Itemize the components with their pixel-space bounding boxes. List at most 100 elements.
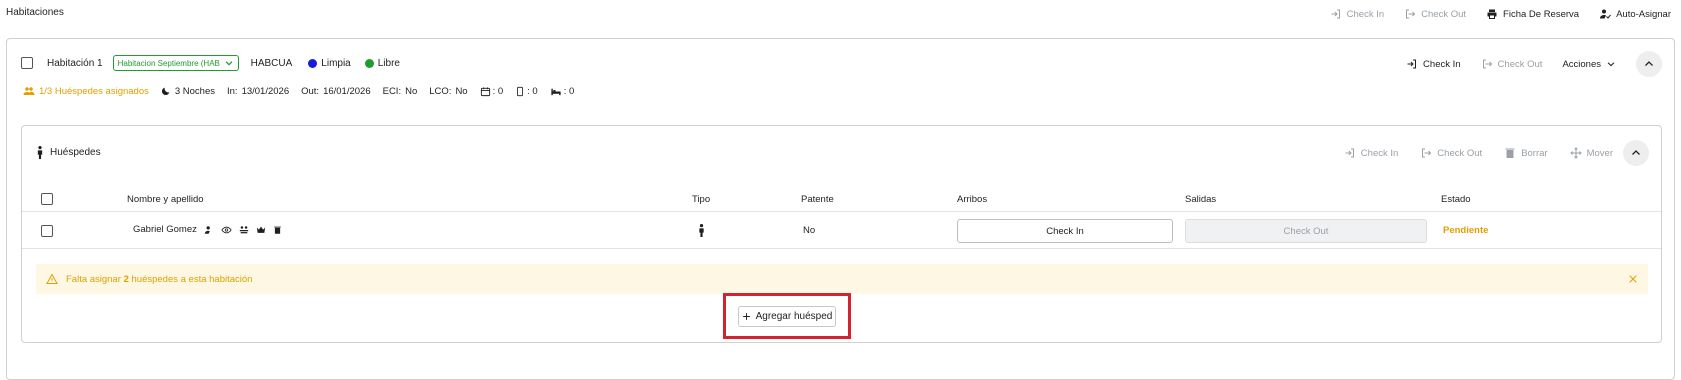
col-nombre: Nombre y apellido — [127, 194, 204, 205]
phone-icon — [517, 86, 524, 96]
guests-collapse-button[interactable] — [1623, 140, 1649, 166]
room-name: Habitación 1 — [47, 57, 103, 69]
nights: 3 Noches — [161, 86, 215, 97]
auto-asignar-label: Auto-Asignar — [1616, 8, 1671, 20]
room-checkbox[interactable] — [21, 57, 33, 69]
count-c: : 0 — [550, 85, 575, 97]
plus-icon — [742, 313, 750, 320]
acciones-dropdown[interactable]: Acciones — [1562, 59, 1616, 70]
in-date: In: 13/01/2026 — [227, 86, 289, 97]
acciones-label: Acciones — [1562, 58, 1601, 70]
guest-check-out-button[interactable]: Check Out — [1185, 219, 1427, 243]
person-assign-icon — [1600, 9, 1611, 19]
room-check-in-label: Check In — [1423, 58, 1461, 70]
room-type-select[interactable]: Habitacion Septiembre (HABC — [112, 55, 239, 71]
guests-move-label: Mover — [1586, 147, 1613, 159]
guest-patente: No — [803, 225, 816, 236]
auto-asignar-button[interactable]: Auto-Asignar — [1599, 8, 1671, 20]
guest-check-out-label: Check Out — [1283, 225, 1329, 237]
col-arribos: Arribos — [957, 194, 988, 205]
top-check-in-label: Check In — [1346, 8, 1385, 20]
chevron-up-icon — [1645, 61, 1653, 66]
row-checkbox[interactable] — [41, 225, 53, 237]
table-row: Gabriel Gomez No Check In Check Out Pend… — [22, 213, 1661, 249]
eye-icon[interactable] — [221, 225, 232, 235]
col-salidas: Salidas — [1185, 194, 1217, 205]
add-guest-label: Agregar huésped — [755, 311, 833, 322]
guests-panel-header: Huéspedes — [36, 146, 101, 159]
room-meta: 1/3 Huéspedes asignados 3 Noches In: 13/… — [23, 85, 574, 97]
room-toolbar: Check In Check Out Acciones — [1406, 51, 1662, 77]
page-title: Habitaciones — [6, 7, 64, 18]
room-collapse-button[interactable] — [1636, 51, 1662, 77]
guests-delete-label: Borrar — [1521, 147, 1548, 159]
out-date: Out: 16/01/2026 — [301, 86, 371, 97]
warning-text: Falta asignar 2 huéspedes a esta habitac… — [66, 274, 252, 285]
room-header: Habitación 1 Habitacion Septiembre (HABC… — [21, 55, 400, 71]
guests-assigned: 1/3 Huéspedes asignados — [23, 85, 149, 97]
warning-icon — [46, 273, 58, 284]
out-date-value: 16/01/2026 — [323, 85, 371, 97]
add-guest-button[interactable]: Agregar huésped — [738, 306, 836, 327]
login-icon — [1407, 59, 1417, 69]
login-icon — [1331, 9, 1340, 19]
login-icon — [1345, 148, 1354, 158]
logout-icon — [1482, 59, 1492, 69]
guests-check-out-button[interactable]: Check Out — [1420, 147, 1482, 159]
guests-delete-button[interactable]: Borrar — [1504, 147, 1548, 159]
warning-banner: Falta asignar 2 huéspedes a esta habitac… — [36, 264, 1648, 294]
guests-check-in-button[interactable]: Check In — [1344, 147, 1398, 159]
count-a-value: : 0 — [492, 85, 504, 97]
guest-check-in-button[interactable]: Check In — [957, 219, 1173, 243]
guests-assigned-label: 1/3 Huéspedes asignados — [39, 85, 149, 97]
trash-icon — [1505, 148, 1515, 158]
room-check-out-button[interactable]: Check Out — [1481, 58, 1542, 70]
close-icon[interactable] — [1628, 274, 1638, 284]
logout-icon — [1422, 148, 1432, 158]
room-check-in-button[interactable]: Check In — [1406, 58, 1461, 70]
top-check-out-button[interactable]: Check Out — [1404, 8, 1466, 20]
count-a: : 0 — [480, 85, 504, 97]
col-patente: Patente — [801, 194, 834, 205]
clean-status-dot — [308, 58, 318, 68]
warning-prefix: Falta asignar — [66, 273, 124, 285]
guests-toolbar: Check In Check Out Borrar Mover — [1344, 140, 1649, 166]
calendar-icon — [480, 86, 490, 96]
room-card: Habitación 1 Habitacion Septiembre (HABC… — [6, 38, 1675, 380]
room-code: HABCUA — [250, 57, 293, 69]
people-group-icon[interactable] — [239, 225, 249, 235]
lco-label: LCO: — [429, 85, 452, 97]
nights-label: 3 Noches — [174, 85, 215, 97]
count-c-value: : 0 — [563, 85, 575, 97]
count-b: : 0 — [515, 86, 538, 97]
in-date-label: In: — [227, 85, 238, 97]
guests-move-button[interactable]: Mover — [1569, 147, 1613, 159]
ficha-reserva-label: Ficha De Reserva — [1503, 8, 1580, 20]
out-date-label: Out: — [301, 85, 320, 97]
guests-table-header: Nombre y apellido Tipo Patente Arribos S… — [22, 186, 1661, 212]
chevron-down-icon — [1607, 62, 1615, 67]
chevron-down-icon — [225, 61, 232, 66]
lco: LCO: No — [429, 86, 467, 97]
col-tipo: Tipo — [692, 194, 711, 205]
top-check-in-button[interactable]: Check In — [1330, 8, 1385, 20]
chevron-up-icon — [1632, 150, 1640, 155]
crown-icon[interactable] — [256, 225, 266, 235]
person-assign-icon[interactable] — [204, 225, 214, 235]
move-arrows-icon — [1569, 147, 1582, 159]
person-type-icon — [699, 224, 704, 237]
printer-icon — [1487, 9, 1497, 19]
select-all-checkbox[interactable] — [41, 193, 53, 205]
clean-status: Limpia — [308, 58, 351, 69]
occupancy-status-dot — [364, 58, 374, 68]
guests-check-out-label: Check Out — [1437, 147, 1483, 159]
ficha-reserva-button[interactable]: Ficha De Reserva — [1486, 8, 1579, 20]
trash-icon[interactable] — [273, 225, 282, 235]
eci: ECI: No — [383, 86, 418, 97]
guests-panel-title: Huéspedes — [50, 147, 101, 158]
guest-name-cell: Gabriel Gomez — [133, 224, 282, 235]
guests-panel: Huéspedes Check In Check Out Borrar Move… — [21, 125, 1662, 343]
bed-icon — [551, 88, 561, 95]
guest-check-in-label: Check In — [1046, 225, 1084, 237]
col-estado: Estado — [1441, 194, 1471, 205]
